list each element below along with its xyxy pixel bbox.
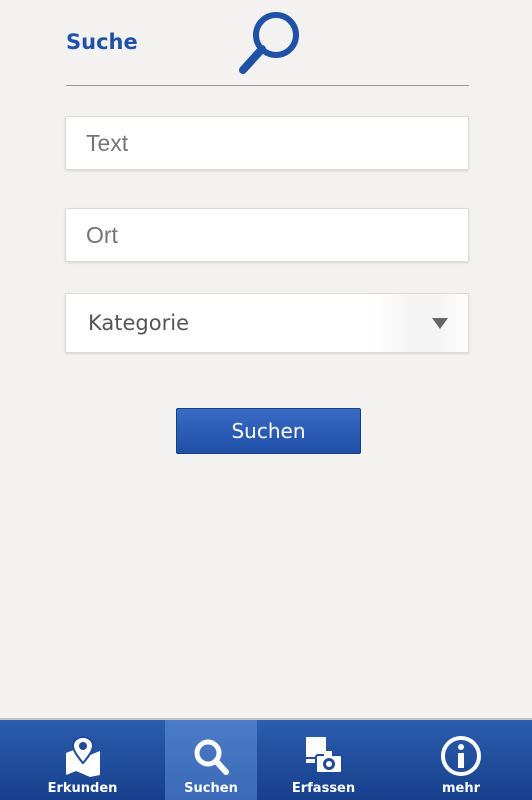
page-title: Suche	[66, 30, 138, 54]
chevron-down-icon	[373, 294, 468, 352]
map-pin-icon	[65, 735, 100, 777]
tab-label: Erfassen	[291, 781, 356, 796]
page-header: Suche	[66, 0, 469, 86]
tab-label: Erkunden	[47, 781, 118, 796]
tab-suchen[interactable]: Suchen	[165, 720, 257, 800]
tab-label: mehr	[441, 781, 481, 796]
camera-icon	[305, 737, 343, 774]
tab-erfassen[interactable]: Erfassen	[257, 720, 390, 800]
text-input[interactable]	[65, 116, 469, 170]
search-icon	[239, 12, 299, 74]
search-icon	[194, 739, 229, 775]
location-input[interactable]	[65, 208, 469, 262]
tab-mehr[interactable]: mehr	[390, 720, 532, 800]
tab-erkunden[interactable]: Erkunden	[0, 720, 165, 800]
category-label: Kategorie	[88, 311, 189, 335]
category-select[interactable]: Kategorie	[65, 293, 469, 353]
tab-label: Suchen	[184, 781, 238, 796]
info-icon	[441, 736, 481, 776]
bottom-tab-bar: Erkunden Suchen Erfassen mehr	[0, 718, 532, 800]
search-button[interactable]: Suchen	[176, 408, 361, 454]
